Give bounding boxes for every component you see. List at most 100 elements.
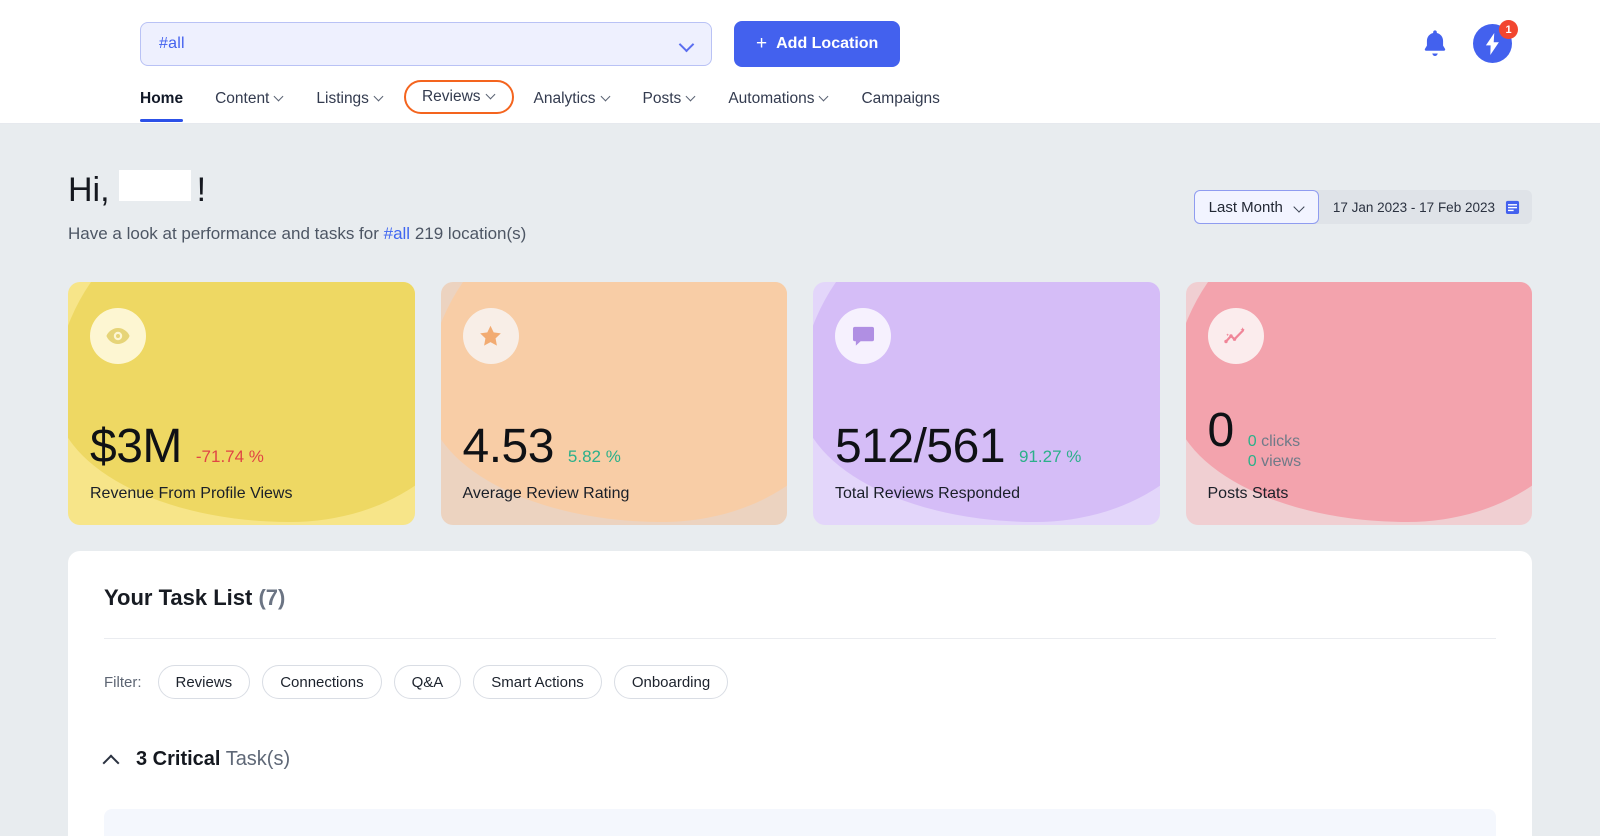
location-select[interactable]: #all bbox=[140, 21, 712, 66]
chevron-down-icon bbox=[487, 91, 496, 100]
kpi-value: $3M bbox=[90, 420, 182, 473]
chevron-down-icon bbox=[602, 93, 611, 102]
quick-actions-badge: 1 bbox=[1499, 20, 1518, 39]
date-range-value: 17 Jan 2023 - 17 Feb 2023 bbox=[1332, 199, 1495, 215]
location-select-value: #all bbox=[159, 34, 185, 52]
chevron-down-icon bbox=[687, 93, 696, 102]
filter-pill-reviews[interactable]: Reviews bbox=[157, 665, 251, 699]
top-bar-icon-group: 1 bbox=[1421, 20, 1518, 63]
kpi-value: 0 bbox=[1207, 404, 1235, 457]
kpi-label: Average Review Rating bbox=[462, 485, 630, 502]
kpi-label: Revenue From Profile Views bbox=[90, 485, 293, 502]
date-range-display[interactable]: 17 Jan 2023 - 17 Feb 2023 bbox=[1314, 190, 1532, 224]
filter-pill-smart-actions[interactable]: Smart Actions bbox=[473, 665, 602, 699]
kpi-body: $3M -71.74 % Revenue From Profile Views bbox=[90, 423, 292, 503]
nav-item-label: Campaigns bbox=[861, 90, 940, 107]
kpi-delta: -71.74 % bbox=[195, 447, 264, 466]
kpi-icon-wrapper bbox=[1207, 308, 1264, 364]
nav-item-automations[interactable]: Automations bbox=[712, 90, 845, 122]
nav-item-analytics[interactable]: Analytics bbox=[518, 90, 627, 122]
subtitle-suffix: 219 location(s) bbox=[414, 224, 527, 243]
nav-item-label: Analytics bbox=[533, 90, 596, 107]
main-nav: Home Content Listings Reviews Analytics … bbox=[0, 66, 1600, 122]
page-content: Hi, ! Have a look at performance and tas… bbox=[0, 124, 1600, 836]
quick-actions-button[interactable]: 1 bbox=[1473, 20, 1518, 63]
kpi-value: 4.53 bbox=[462, 420, 555, 473]
plus-icon: + bbox=[756, 33, 768, 54]
subtitle-prefix: Have a look at performance and tasks for bbox=[68, 224, 379, 243]
kpi-card-posts-stats[interactable]: 0 0 clicks 0 views Posts Stats bbox=[1185, 282, 1532, 525]
critical-tasks-label: 3 Critical Task(s) bbox=[136, 748, 290, 771]
chevron-down-icon bbox=[679, 36, 695, 52]
kpi-body: 512/561 91.27 % Total Reviews Responded bbox=[835, 423, 1081, 503]
nav-item-content[interactable]: Content bbox=[199, 90, 300, 122]
nav-item-label: Automations bbox=[728, 90, 815, 107]
kpi-delta: 5.82 % bbox=[567, 447, 621, 466]
critical-tasks-suffix: Task(s) bbox=[225, 748, 291, 770]
nav-item-reviews[interactable]: Reviews bbox=[403, 80, 514, 114]
greeting-exclaim: ! bbox=[196, 171, 207, 209]
greeting-hi: Hi, bbox=[68, 171, 110, 209]
kpi-card-row: $3M -71.74 % Revenue From Profile Views … bbox=[68, 282, 1532, 525]
chevron-up-icon[interactable] bbox=[104, 752, 120, 768]
kpi-card-total-reviews-responded[interactable]: 512/561 91.27 % Total Reviews Responded bbox=[813, 282, 1160, 525]
filter-pill-label: Onboarding bbox=[631, 673, 711, 691]
nav-item-campaigns[interactable]: Campaigns bbox=[845, 90, 955, 122]
kpi-icon-wrapper bbox=[90, 308, 146, 364]
chevron-down-icon bbox=[1295, 202, 1306, 213]
divider bbox=[104, 638, 1496, 639]
task-list-title: Your Task List (7) bbox=[104, 585, 1496, 611]
task-list-panel: Your Task List (7) Filter: Reviews Conne… bbox=[68, 551, 1532, 836]
bell-icon bbox=[1424, 29, 1446, 56]
filter-pill-connections[interactable]: Connections bbox=[262, 665, 382, 699]
filter-pill-label: Q&A bbox=[411, 673, 444, 691]
critical-tasks-count: 3 Critical bbox=[136, 748, 221, 770]
subtitle-location-link[interactable]: #all bbox=[384, 224, 410, 243]
kpi-value: 512/561 bbox=[835, 420, 1006, 473]
greeting-section: Hi, ! Have a look at performance and tas… bbox=[68, 124, 1532, 244]
nav-item-label: Home bbox=[140, 90, 184, 107]
critical-tasks-header[interactable]: 3 Critical Task(s) bbox=[104, 748, 1496, 771]
kpi-views-value: 0 bbox=[1247, 453, 1257, 470]
star-icon bbox=[480, 325, 501, 346]
kpi-clicks-label: clicks bbox=[1261, 433, 1301, 450]
kpi-views-row: 0 views bbox=[1248, 453, 1301, 471]
filter-pill-label: Connections bbox=[280, 673, 364, 691]
kpi-delta: 91.27 % bbox=[1019, 447, 1082, 466]
nav-item-listings[interactable]: Listings bbox=[300, 90, 400, 122]
nav-item-home[interactable]: Home bbox=[140, 90, 199, 122]
filter-pill-label: Reviews bbox=[175, 673, 233, 691]
nav-item-posts[interactable]: Posts bbox=[627, 90, 713, 122]
nav-item-label: Content bbox=[215, 90, 270, 107]
date-preset-select[interactable]: Last Month bbox=[1193, 190, 1319, 224]
kpi-icon-wrapper bbox=[462, 308, 519, 364]
kpi-label: Posts Stats bbox=[1207, 485, 1289, 502]
chevron-down-icon bbox=[275, 93, 284, 102]
kpi-substats: 0 clicks 0 views bbox=[1248, 433, 1301, 471]
date-preset-value: Last Month bbox=[1208, 198, 1283, 216]
nav-item-label: Listings bbox=[316, 90, 369, 107]
filter-pill-onboarding[interactable]: Onboarding bbox=[613, 665, 729, 699]
kpi-label: Total Reviews Responded bbox=[835, 485, 1020, 502]
nav-item-label: Posts bbox=[642, 90, 682, 107]
nav-item-label: Reviews bbox=[421, 88, 481, 105]
kpi-clicks-value: 0 bbox=[1247, 433, 1257, 450]
notifications-button[interactable] bbox=[1421, 29, 1449, 59]
kpi-card-average-review-rating[interactable]: 4.53 5.82 % Average Review Rating bbox=[440, 282, 787, 525]
kpi-icon-wrapper bbox=[835, 308, 891, 364]
kpi-body: 0 0 clicks 0 views Posts Stats bbox=[1208, 407, 1302, 503]
task-row[interactable] bbox=[104, 809, 1496, 836]
user-name-redacted bbox=[118, 170, 191, 201]
chevron-down-icon bbox=[820, 93, 829, 102]
task-list-count: (7) bbox=[258, 585, 286, 610]
filter-pill-label: Smart Actions bbox=[491, 673, 584, 691]
filter-label: Filter: bbox=[104, 673, 142, 691]
filter-pill-qa[interactable]: Q&A bbox=[393, 665, 462, 699]
task-filter-row: Filter: Reviews Connections Q&A Smart Ac… bbox=[104, 665, 1496, 699]
date-range-controls: Last Month 17 Jan 2023 - 17 Feb 2023 bbox=[1193, 190, 1532, 224]
greeting-subtitle: Have a look at performance and tasks for… bbox=[68, 224, 1532, 244]
eye-icon bbox=[106, 328, 130, 344]
kpi-card-revenue-from-profile-views[interactable]: $3M -71.74 % Revenue From Profile Views bbox=[68, 282, 415, 525]
add-location-button[interactable]: + Add Location bbox=[734, 20, 901, 67]
calendar-icon bbox=[1505, 200, 1520, 215]
